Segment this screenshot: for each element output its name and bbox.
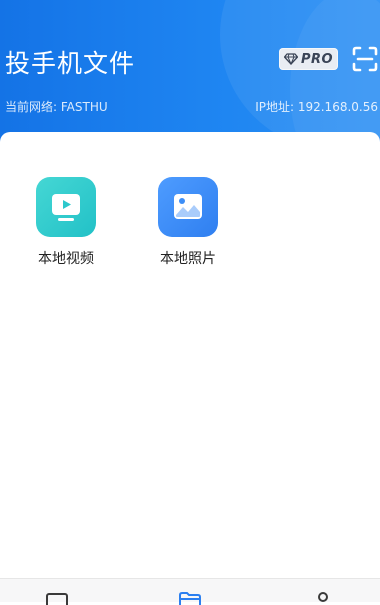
diamond-icon <box>283 53 298 65</box>
pro-label: PRO <box>300 51 334 67</box>
page-title: 投手机文件 <box>5 49 136 78</box>
local-photo-tile[interactable]: 本地照片 <box>143 177 233 268</box>
folder-icon[interactable] <box>177 591 203 605</box>
local-video-tile[interactable]: 本地视频 <box>21 177 111 268</box>
main-content: 本地视频 本地照片 <box>0 132 380 578</box>
scan-icon[interactable] <box>352 46 378 72</box>
local-photo-label: 本地照片 <box>160 251 216 267</box>
video-icon <box>52 194 80 221</box>
photo-icon <box>174 194 202 219</box>
profile-icon[interactable] <box>310 591 336 605</box>
ip-address: IP地址: 192.168.0.56 <box>255 100 378 114</box>
network-status: 当前网络: FASTHU <box>5 100 108 114</box>
bottom-nav <box>0 578 380 605</box>
photo-app-icon <box>158 177 218 237</box>
local-video-label: 本地视频 <box>38 251 94 267</box>
top-header: 投手机文件 PRO 当前网络: FASTHU IP地址: 192.168.0.5… <box>0 0 380 150</box>
pro-badge[interactable]: PRO <box>279 48 338 70</box>
device-icon[interactable] <box>44 591 70 605</box>
video-app-icon <box>36 177 96 237</box>
